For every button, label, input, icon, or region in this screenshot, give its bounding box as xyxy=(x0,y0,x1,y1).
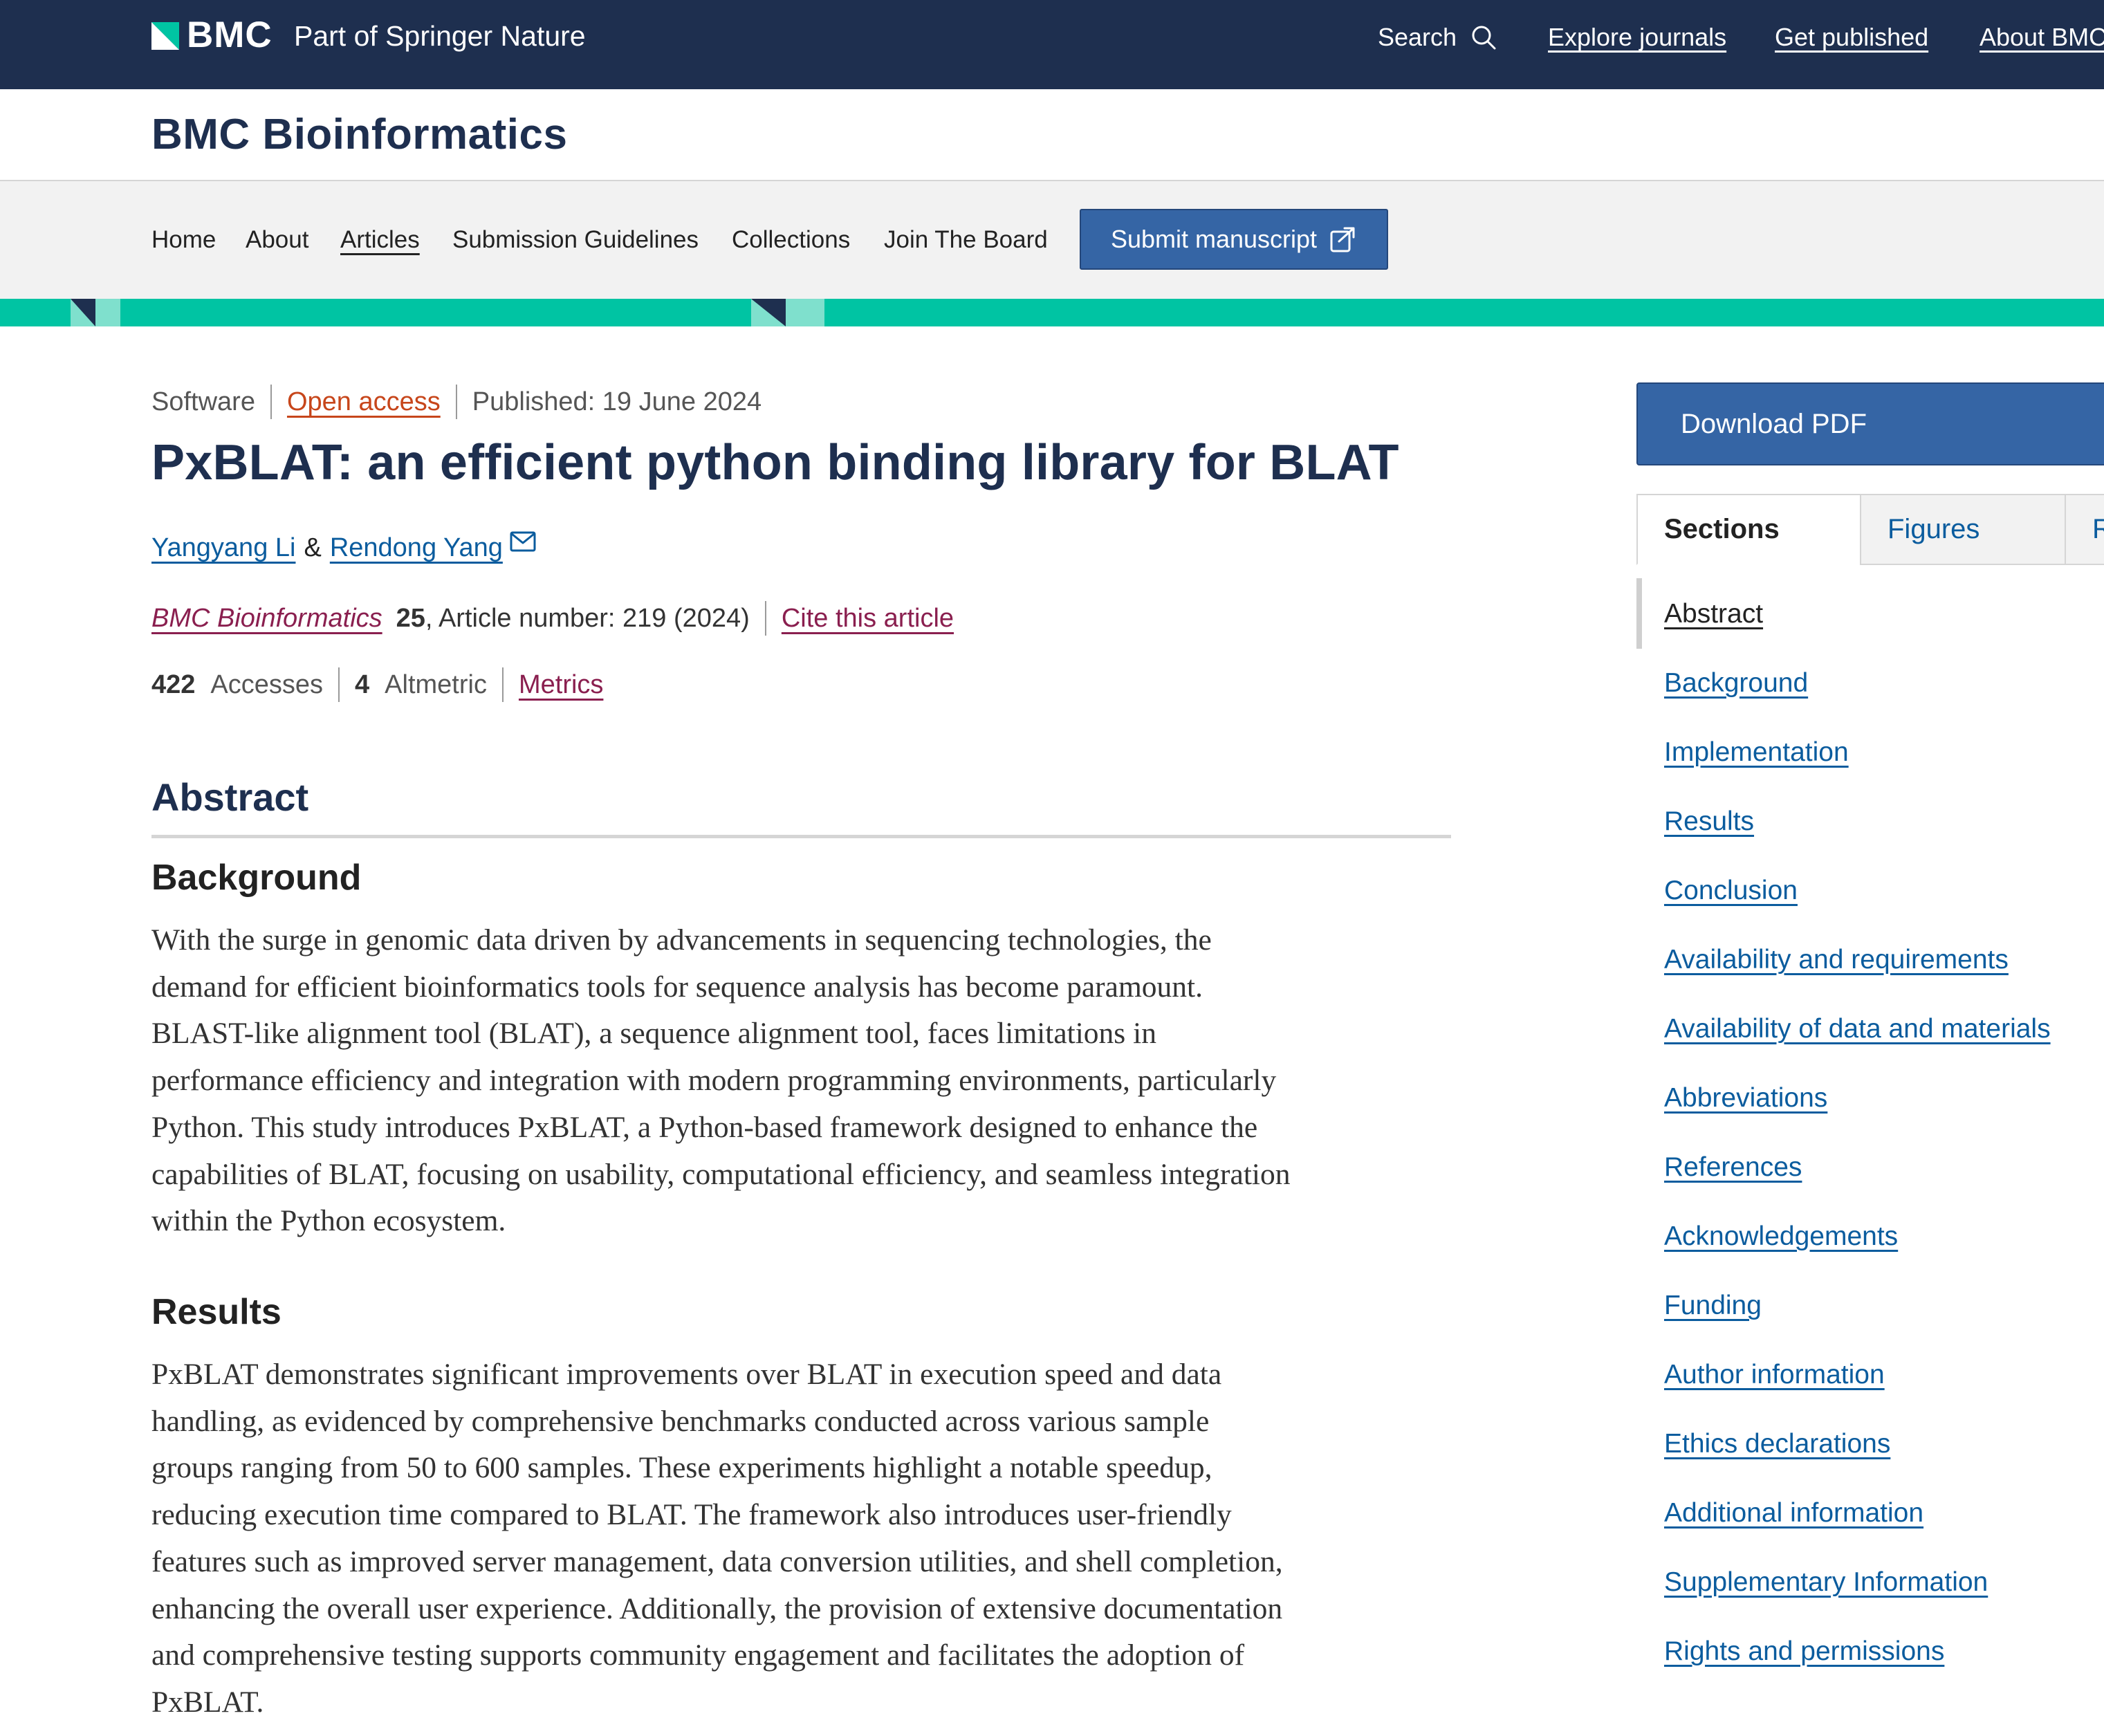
text-line: With the surge in genomic data driven by… xyxy=(151,923,1212,957)
accent-stripe xyxy=(0,299,2104,326)
nav-home[interactable]: Home xyxy=(151,223,216,257)
accesses-label: Accesses xyxy=(210,670,324,699)
results-heading: Results xyxy=(151,1292,282,1332)
brand-tagline: Part of Springer Nature xyxy=(294,20,586,52)
text-line: BLAST-like alignment tool (BLAT), a sequ… xyxy=(151,1017,1156,1051)
results-paragraph: PxBLAT demonstrates significant improvem… xyxy=(151,1351,1466,1726)
section-link-availability-requirements[interactable]: Availability and requirements xyxy=(1664,941,2009,979)
journal-link[interactable]: BMC Bioinformatics xyxy=(151,599,382,638)
text-line: reducing execution time compared to BLAT… xyxy=(151,1498,1232,1532)
divider xyxy=(501,667,504,702)
bmc-logo-icon[interactable] xyxy=(151,22,179,50)
about-bmc-link[interactable]: About BMC xyxy=(1980,18,2104,57)
sidebar-tabs: Sections Figures R xyxy=(1636,494,2104,565)
text-line: PxBLAT demonstrates significant improvem… xyxy=(151,1358,1222,1391)
published-date: Published: 19 June 2024 xyxy=(472,387,762,416)
explore-journals-link[interactable]: Explore journals xyxy=(1548,18,1726,57)
top-bar: BMC Part of Springer Nature Search Explo… xyxy=(0,0,2104,89)
section-link-conclusion[interactable]: Conclusion xyxy=(1664,871,1798,910)
divider xyxy=(764,601,766,636)
text-line: PxBLAT. xyxy=(151,1685,264,1719)
metrics-link[interactable]: Metrics xyxy=(519,665,603,704)
text-line: capabilities of BLAT, focusing on usabil… xyxy=(151,1157,1291,1191)
article-title: PxBLAT: an efficient python binding libr… xyxy=(151,435,1399,490)
text-line: within the Python ecosystem. xyxy=(151,1204,506,1238)
section-link-background[interactable]: Background xyxy=(1664,664,1808,703)
section-link-implementation[interactable]: Implementation xyxy=(1664,733,1849,772)
journal-title[interactable]: BMC Bioinformatics xyxy=(151,107,567,163)
stripe-decoration-right xyxy=(751,299,824,326)
text-line: demand for efficient bioinformatics tool… xyxy=(151,970,1203,1004)
nav-join-the-board[interactable]: Join The Board xyxy=(884,223,1048,257)
cite-this-article-link[interactable]: Cite this article xyxy=(782,599,954,638)
section-divider xyxy=(151,835,1451,838)
section-link-availability-data[interactable]: Availability of data and materials xyxy=(1664,1010,2051,1049)
altmetric-label: Altmetric xyxy=(385,670,487,699)
search-button[interactable]: Search xyxy=(1378,18,1497,57)
tab-references[interactable]: R xyxy=(2065,494,2104,565)
article-number: , Article number: 219 (2024) xyxy=(425,604,750,633)
text-line: performance efficiency and integration w… xyxy=(151,1064,1277,1098)
email-icon[interactable] xyxy=(510,531,536,552)
article-meta: Software Open access Published: 19 June … xyxy=(151,382,762,421)
journal-nav: Home About Articles Submission Guideline… xyxy=(0,181,2104,299)
section-link-additional-information[interactable]: Additional information xyxy=(1664,1494,1923,1533)
submit-manuscript-button[interactable]: Submit manuscript xyxy=(1080,209,1388,270)
nav-about[interactable]: About xyxy=(246,223,308,257)
author-link[interactable]: Rendong Yang xyxy=(330,528,503,567)
nav-articles[interactable]: Articles xyxy=(340,223,420,257)
text-line: features such as improved server managem… xyxy=(151,1544,1283,1578)
divider xyxy=(455,385,457,419)
section-link-abbreviations[interactable]: Abbreviations xyxy=(1664,1079,1827,1118)
section-link-author-information[interactable]: Author information xyxy=(1664,1356,1885,1394)
text-line: groups ranging from 50 to 600 samples. T… xyxy=(151,1451,1212,1485)
volume-number: 25 xyxy=(396,604,425,633)
search-label: Search xyxy=(1378,23,1457,51)
tab-sections[interactable]: Sections xyxy=(1636,494,1861,565)
active-section-indicator xyxy=(1636,578,1642,649)
section-link-rights-permissions[interactable]: Rights and permissions xyxy=(1664,1632,1944,1671)
background-paragraph: With the surge in genomic data driven by… xyxy=(151,917,1466,1245)
open-access-link[interactable]: Open access xyxy=(287,382,441,421)
altmetric-count: 4 xyxy=(355,670,370,699)
download-pdf-button[interactable]: Download PDF xyxy=(1636,382,2104,465)
nav-submission-guidelines[interactable]: Submission Guidelines xyxy=(452,223,699,257)
text-line: enhancing the overall user experience. A… xyxy=(151,1591,1283,1625)
section-link-ethics-declarations[interactable]: Ethics declarations xyxy=(1664,1425,1890,1463)
accesses-count: 422 xyxy=(151,670,196,699)
author-link[interactable]: Yangyang Li xyxy=(151,528,295,567)
citation-row: BMC Bioinformatics 25 , Article number: … xyxy=(151,599,954,638)
nav-collections[interactable]: Collections xyxy=(732,223,850,257)
metrics-row: 422 Accesses 4 Altmetric Metrics xyxy=(151,665,603,704)
stripe-decoration-left xyxy=(71,299,120,326)
text-line: handling, as evidenced by comprehensive … xyxy=(151,1404,1210,1438)
divider xyxy=(338,667,340,702)
journal-header: BMC Bioinformatics xyxy=(0,89,2104,181)
section-link-references[interactable]: References xyxy=(1664,1148,1802,1187)
text-line: Python. This study introduces PxBLAT, a … xyxy=(151,1110,1258,1144)
section-link-supplementary-information[interactable]: Supplementary Information xyxy=(1664,1563,1988,1602)
abstract-heading: Abstract xyxy=(151,775,309,819)
divider xyxy=(270,385,272,419)
submit-manuscript-label: Submit manuscript xyxy=(1110,225,1318,253)
text-line: and comprehensive testing supports commu… xyxy=(151,1638,1245,1672)
external-link-icon xyxy=(1330,227,1355,252)
brand-logo-text[interactable]: BMC xyxy=(187,11,273,59)
section-link-abstract[interactable]: Abstract xyxy=(1664,595,1763,634)
background-heading: Background xyxy=(151,858,362,898)
search-icon xyxy=(1472,26,1496,50)
author-separator: & xyxy=(304,533,322,562)
article-type: Software xyxy=(151,387,255,416)
section-link-acknowledgements[interactable]: Acknowledgements xyxy=(1664,1217,1898,1256)
author-list: Yangyang Li & Rendong Yang xyxy=(151,528,536,567)
tab-figures[interactable]: Figures xyxy=(1860,494,2066,565)
section-link-results[interactable]: Results xyxy=(1664,802,1754,841)
section-link-funding[interactable]: Funding xyxy=(1664,1286,1762,1325)
get-published-link[interactable]: Get published xyxy=(1775,18,1928,57)
